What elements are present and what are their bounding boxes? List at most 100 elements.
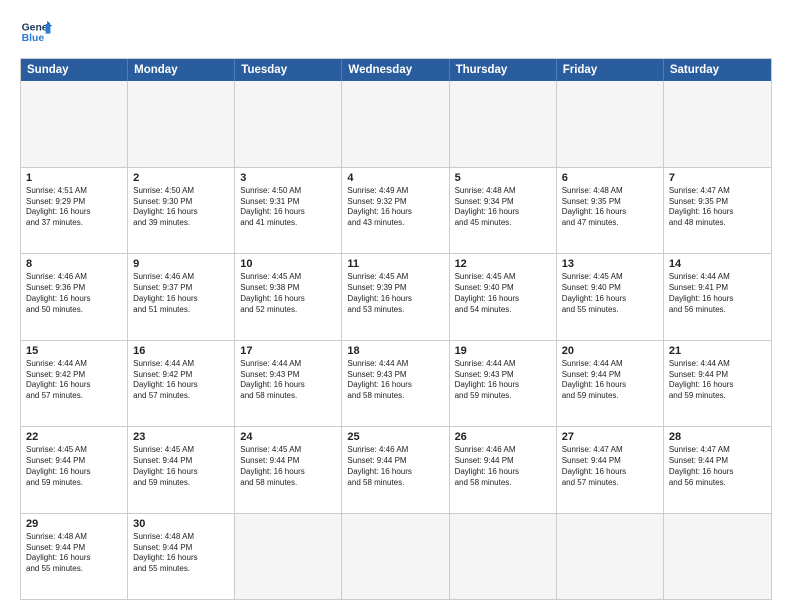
cell-daylight-info: Sunrise: 4:44 AM Sunset: 9:41 PM Dayligh… <box>669 272 766 315</box>
day-number: 9 <box>133 257 229 271</box>
day-number: 7 <box>669 171 766 185</box>
header-day-wednesday: Wednesday <box>342 59 449 81</box>
page: General Blue SundayMondayTuesdayWednesda… <box>0 0 792 612</box>
calendar-cell: 14Sunrise: 4:44 AM Sunset: 9:41 PM Dayli… <box>664 254 771 340</box>
calendar-cell: 15Sunrise: 4:44 AM Sunset: 9:42 PM Dayli… <box>21 341 128 427</box>
calendar-row-2: 8Sunrise: 4:46 AM Sunset: 9:36 PM Daylig… <box>21 253 771 340</box>
calendar-cell: 18Sunrise: 4:44 AM Sunset: 9:43 PM Dayli… <box>342 341 449 427</box>
day-number: 19 <box>455 344 551 358</box>
calendar-cell: 24Sunrise: 4:45 AM Sunset: 9:44 PM Dayli… <box>235 427 342 513</box>
cell-daylight-info: Sunrise: 4:45 AM Sunset: 9:44 PM Dayligh… <box>240 445 336 488</box>
cell-daylight-info: Sunrise: 4:44 AM Sunset: 9:42 PM Dayligh… <box>133 359 229 402</box>
calendar-cell: 23Sunrise: 4:45 AM Sunset: 9:44 PM Dayli… <box>128 427 235 513</box>
header-day-thursday: Thursday <box>450 59 557 81</box>
header-day-saturday: Saturday <box>664 59 771 81</box>
calendar-row-0 <box>21 81 771 167</box>
cell-daylight-info: Sunrise: 4:47 AM Sunset: 9:44 PM Dayligh… <box>562 445 658 488</box>
cell-daylight-info: Sunrise: 4:44 AM Sunset: 9:43 PM Dayligh… <box>455 359 551 402</box>
cell-daylight-info: Sunrise: 4:44 AM Sunset: 9:43 PM Dayligh… <box>240 359 336 402</box>
cell-daylight-info: Sunrise: 4:46 AM Sunset: 9:36 PM Dayligh… <box>26 272 122 315</box>
day-number: 22 <box>26 430 122 444</box>
day-number: 21 <box>669 344 766 358</box>
calendar-cell: 10Sunrise: 4:45 AM Sunset: 9:38 PM Dayli… <box>235 254 342 340</box>
cell-daylight-info: Sunrise: 4:49 AM Sunset: 9:32 PM Dayligh… <box>347 186 443 229</box>
generalblue-logo-icon: General Blue <box>20 16 52 48</box>
day-number: 8 <box>26 257 122 271</box>
calendar-cell <box>557 81 664 167</box>
calendar-cell: 1Sunrise: 4:51 AM Sunset: 9:29 PM Daylig… <box>21 168 128 254</box>
calendar-cell: 25Sunrise: 4:46 AM Sunset: 9:44 PM Dayli… <box>342 427 449 513</box>
day-number: 12 <box>455 257 551 271</box>
day-number: 6 <box>562 171 658 185</box>
svg-text:Blue: Blue <box>22 33 45 44</box>
day-number: 30 <box>133 517 229 531</box>
calendar-row-3: 15 Sunrise: 4:44 AM Sunset: 9:42 PM Dayli… <box>21 340 771 427</box>
cell-daylight-info: Sunrise: 4:45 AM Sunset: 9:44 PM Dayligh… <box>133 445 229 488</box>
calendar-cell: 6Sunrise: 4:48 AM Sunset: 9:35 PM Daylig… <box>557 168 664 254</box>
cell-daylight-info: Sunrise: 4:45 AM Sunset: 9:44 PM Dayligh… <box>26 445 122 488</box>
calendar-cell: 2Sunrise: 4:50 AM Sunset: 9:30 PM Daylig… <box>128 168 235 254</box>
calendar-cell <box>664 81 771 167</box>
calendar-cell <box>664 514 771 600</box>
calendar-cell <box>235 81 342 167</box>
cell-daylight-info: Sunrise: 4:47 AM Sunset: 9:44 PM Dayligh… <box>669 445 766 488</box>
cell-daylight-info: Sunrise: 4:48 AM Sunset: 9:44 PM Dayligh… <box>26 532 122 575</box>
calendar-cell <box>128 81 235 167</box>
day-number: 2 <box>133 171 229 185</box>
header-day-monday: Monday <box>128 59 235 81</box>
day-number: 4 <box>347 171 443 185</box>
day-number: 10 <box>240 257 336 271</box>
calendar-cell: 7Sunrise: 4:47 AM Sunset: 9:35 PM Daylig… <box>664 168 771 254</box>
calendar-row-1: 1Sunrise: 4:51 AM Sunset: 9:29 PM Daylig… <box>21 167 771 254</box>
calendar-cell <box>450 81 557 167</box>
day-number: 3 <box>240 171 336 185</box>
calendar-cell: 20Sunrise: 4:44 AM Sunset: 9:44 PM Dayli… <box>557 341 664 427</box>
calendar-cell: 28Sunrise: 4:47 AM Sunset: 9:44 PM Dayli… <box>664 427 771 513</box>
day-number: 15 <box>26 344 122 358</box>
calendar-cell: 12Sunrise: 4:45 AM Sunset: 9:40 PM Dayli… <box>450 254 557 340</box>
day-number: 18 <box>347 344 443 358</box>
calendar-cell: 29Sunrise: 4:48 AM Sunset: 9:44 PM Dayli… <box>21 514 128 600</box>
cell-daylight-info: Sunrise: 4:45 AM Sunset: 9:40 PM Dayligh… <box>562 272 658 315</box>
cell-daylight-info: Sunrise: 4:46 AM Sunset: 9:44 PM Dayligh… <box>347 445 443 488</box>
header: General Blue <box>20 16 772 48</box>
header-day-tuesday: Tuesday <box>235 59 342 81</box>
cell-daylight-info: Sunrise: 4:44 AM Sunset: 9:44 PM Dayligh… <box>562 359 658 402</box>
calendar-cell: 3Sunrise: 4:50 AM Sunset: 9:31 PM Daylig… <box>235 168 342 254</box>
cell-daylight-info: Sunrise: 4:46 AM Sunset: 9:37 PM Dayligh… <box>133 272 229 315</box>
calendar-cell: 21Sunrise: 4:44 AM Sunset: 9:44 PM Dayli… <box>664 341 771 427</box>
calendar-cell <box>342 81 449 167</box>
calendar-cell: 17Sunrise: 4:44 AM Sunset: 9:43 PM Dayli… <box>235 341 342 427</box>
calendar-cell <box>342 514 449 600</box>
cell-daylight-info: Sunrise: 4:51 AM Sunset: 9:29 PM Dayligh… <box>26 186 122 229</box>
day-number: 28 <box>669 430 766 444</box>
day-number: 27 <box>562 430 658 444</box>
cell-daylight-info: Sunrise: 4:44 AM Sunset: 9:44 PM Dayligh… <box>669 359 766 402</box>
cell-daylight-info: Sunrise: 4:45 AM Sunset: 9:38 PM Dayligh… <box>240 272 336 315</box>
cell-daylight-info: Sunrise: 4:46 AM Sunset: 9:44 PM Dayligh… <box>455 445 551 488</box>
day-number: 20 <box>562 344 658 358</box>
day-number: 17 <box>240 344 336 358</box>
calendar-cell: 9Sunrise: 4:46 AM Sunset: 9:37 PM Daylig… <box>128 254 235 340</box>
day-number: 16 <box>133 344 229 358</box>
cell-daylight-info: Sunrise: 4:47 AM Sunset: 9:35 PM Dayligh… <box>669 186 766 229</box>
header-day-sunday: Sunday <box>21 59 128 81</box>
calendar-cell: 27Sunrise: 4:47 AM Sunset: 9:44 PM Dayli… <box>557 427 664 513</box>
cell-daylight-info: Sunrise: 4:50 AM Sunset: 9:31 PM Dayligh… <box>240 186 336 229</box>
calendar-cell: 26Sunrise: 4:46 AM Sunset: 9:44 PM Dayli… <box>450 427 557 513</box>
calendar-cell <box>21 81 128 167</box>
day-number: 1 <box>26 171 122 185</box>
calendar-cell <box>450 514 557 600</box>
calendar-cell: 13Sunrise: 4:45 AM Sunset: 9:40 PM Dayli… <box>557 254 664 340</box>
cell-daylight-info: Sunrise: 4:48 AM Sunset: 9:44 PM Dayligh… <box>133 532 229 575</box>
calendar-body: 1Sunrise: 4:51 AM Sunset: 9:29 PM Daylig… <box>21 81 771 599</box>
day-number: 14 <box>669 257 766 271</box>
calendar-cell: 22Sunrise: 4:45 AM Sunset: 9:44 PM Dayli… <box>21 427 128 513</box>
calendar-header: SundayMondayTuesdayWednesdayThursdayFrid… <box>21 59 771 81</box>
calendar-cell: 30Sunrise: 4:48 AM Sunset: 9:44 PM Dayli… <box>128 514 235 600</box>
day-number: 23 <box>133 430 229 444</box>
cell-daylight-info: Sunrise: 4:45 AM Sunset: 9:40 PM Dayligh… <box>455 272 551 315</box>
day-number: 13 <box>562 257 658 271</box>
calendar-cell: 11Sunrise: 4:45 AM Sunset: 9:39 PM Dayli… <box>342 254 449 340</box>
day-number: 5 <box>455 171 551 185</box>
